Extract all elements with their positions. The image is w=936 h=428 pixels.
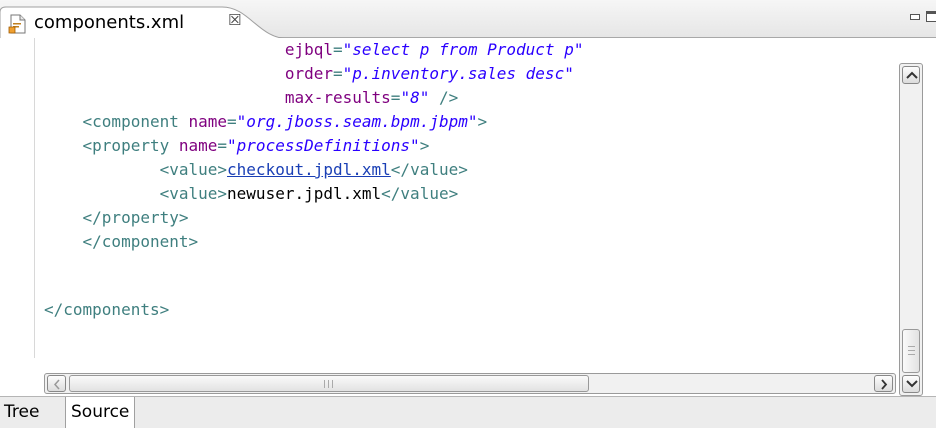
code-token: = [227,112,237,131]
code-line: </property> [44,206,189,230]
code-line: <property name="processDefinitions"> [44,134,430,158]
code-token: </property> [82,208,189,227]
code-token: <property [82,136,179,155]
scroll-left-icon[interactable] [47,375,66,392]
editor-tab-bar: components.xml ☒ [0,0,936,39]
code-token: "processDefinitions" [227,136,420,155]
code-token: name [178,136,218,155]
view-controls [906,10,936,26]
scroll-up-icon[interactable] [902,66,920,84]
code-token: "p.inventory.sales desc" [342,64,574,83]
source-editor[interactable]: ejbql="select p from Product p" order="p… [0,38,936,396]
code-token: <component [82,112,189,131]
code-line: order="p.inventory.sales desc" [44,62,574,86]
code-token: > [477,112,488,131]
code-token: > [419,136,430,155]
code-token: = [217,136,228,155]
code-line: <component name="org.jboss.seam.bpm.jbpm… [44,110,488,134]
code-token: <value> [159,184,228,203]
tab-source[interactable]: Source [65,397,136,428]
minimize-icon[interactable] [910,14,920,20]
code-token: = [333,64,343,83]
code-token: </value> [381,184,459,203]
vertical-scroll-thumb[interactable] [902,329,920,373]
code-area[interactable]: ejbql="select p from Product p" order="p… [36,38,896,358]
code-line: </components> [44,298,169,322]
code-token: /> [429,88,459,107]
editor-mode-tabs: Tree Source [0,396,936,428]
code-token: = [390,88,401,107]
editor-ruler [0,38,35,358]
code-token: name [188,112,228,131]
code-token: max-results [284,88,391,107]
horizontal-scroll-thumb[interactable] [69,375,589,392]
code-token: = [333,40,343,59]
tab-tree[interactable]: Tree [0,397,43,428]
tab-title: components.xml [34,12,185,33]
code-line: <value>checkout.jpdl.xml</value> [44,158,468,182]
code-token: <value> [159,160,228,179]
hyperlink-text[interactable]: checkout.jpdl.xml [227,160,391,179]
vertical-scrollbar[interactable] [899,63,923,396]
code-token: newuser.jpdl.xml [227,184,382,203]
scroll-right-icon[interactable] [874,375,893,392]
code-token: </value> [390,160,468,179]
editor-tab-components-xml[interactable]: components.xml ☒ [0,6,292,39]
code-line: </component> [44,230,199,254]
code-token: "8" [400,88,430,107]
code-line: ejbql="select p from Product p" [44,38,584,62]
horizontal-scrollbar[interactable] [44,373,896,394]
code-token: "org.jboss.seam.bpm.jbpm" [236,112,478,131]
code-token: ejbql [284,40,333,59]
close-icon[interactable]: ☒ [228,11,241,29]
code-token: order [284,64,333,83]
scroll-down-icon[interactable] [902,375,920,393]
code-line: <value>newuser.jpdl.xml</value> [44,182,459,206]
code-line: max-results="8" /> [44,86,458,110]
code-token: </components> [44,300,170,319]
code-token: "select p from Product p" [342,40,584,59]
code-token: </component> [82,232,199,251]
xml-file-icon [8,14,28,34]
maximize-icon[interactable] [926,11,936,22]
